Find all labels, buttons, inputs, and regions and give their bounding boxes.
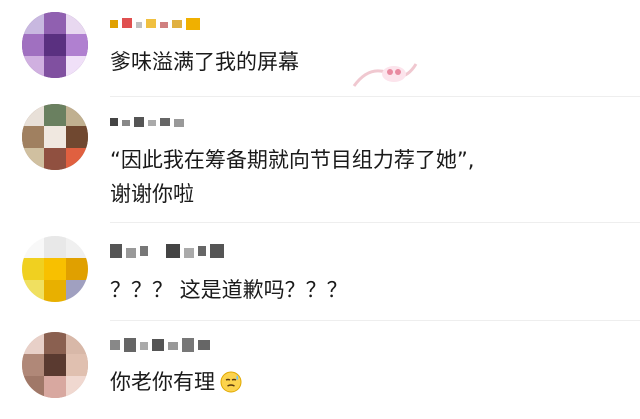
blurred-username[interactable] bbox=[110, 112, 190, 132]
divider bbox=[110, 320, 640, 321]
comment-text: 你老你有理 bbox=[110, 366, 243, 403]
blurred-username[interactable] bbox=[110, 240, 240, 260]
pixelated-avatar-icon[interactable] bbox=[22, 236, 88, 302]
pixelated-avatar-icon[interactable] bbox=[22, 332, 88, 398]
comment-text: “因此我在筹备期就向节目组力荐了她”, bbox=[110, 148, 475, 172]
blurred-username[interactable] bbox=[110, 334, 220, 354]
comment-text-line2: 谢谢你啦 bbox=[110, 182, 194, 206]
comment-text: ？？？ 这是道歉吗？？？ bbox=[110, 278, 348, 302]
comment-text-content: 你老你有理 bbox=[110, 370, 215, 394]
divider bbox=[110, 222, 640, 223]
pixelated-avatar-icon[interactable] bbox=[22, 104, 88, 170]
pixelated-avatar-icon[interactable] bbox=[22, 12, 88, 78]
comment-list: 爹味溢满了我的屏幕 “因此我在筹备期就向节目组力荐了她”, 谢谢你啦 ？？？ 这… bbox=[0, 0, 640, 419]
comment-text: 爹味溢满了我的屏幕 bbox=[110, 50, 299, 74]
sticker-decoration-icon bbox=[350, 34, 420, 98]
divider bbox=[110, 96, 640, 97]
sweat-face-emoji-icon bbox=[219, 370, 243, 403]
blurred-username[interactable] bbox=[110, 14, 210, 34]
